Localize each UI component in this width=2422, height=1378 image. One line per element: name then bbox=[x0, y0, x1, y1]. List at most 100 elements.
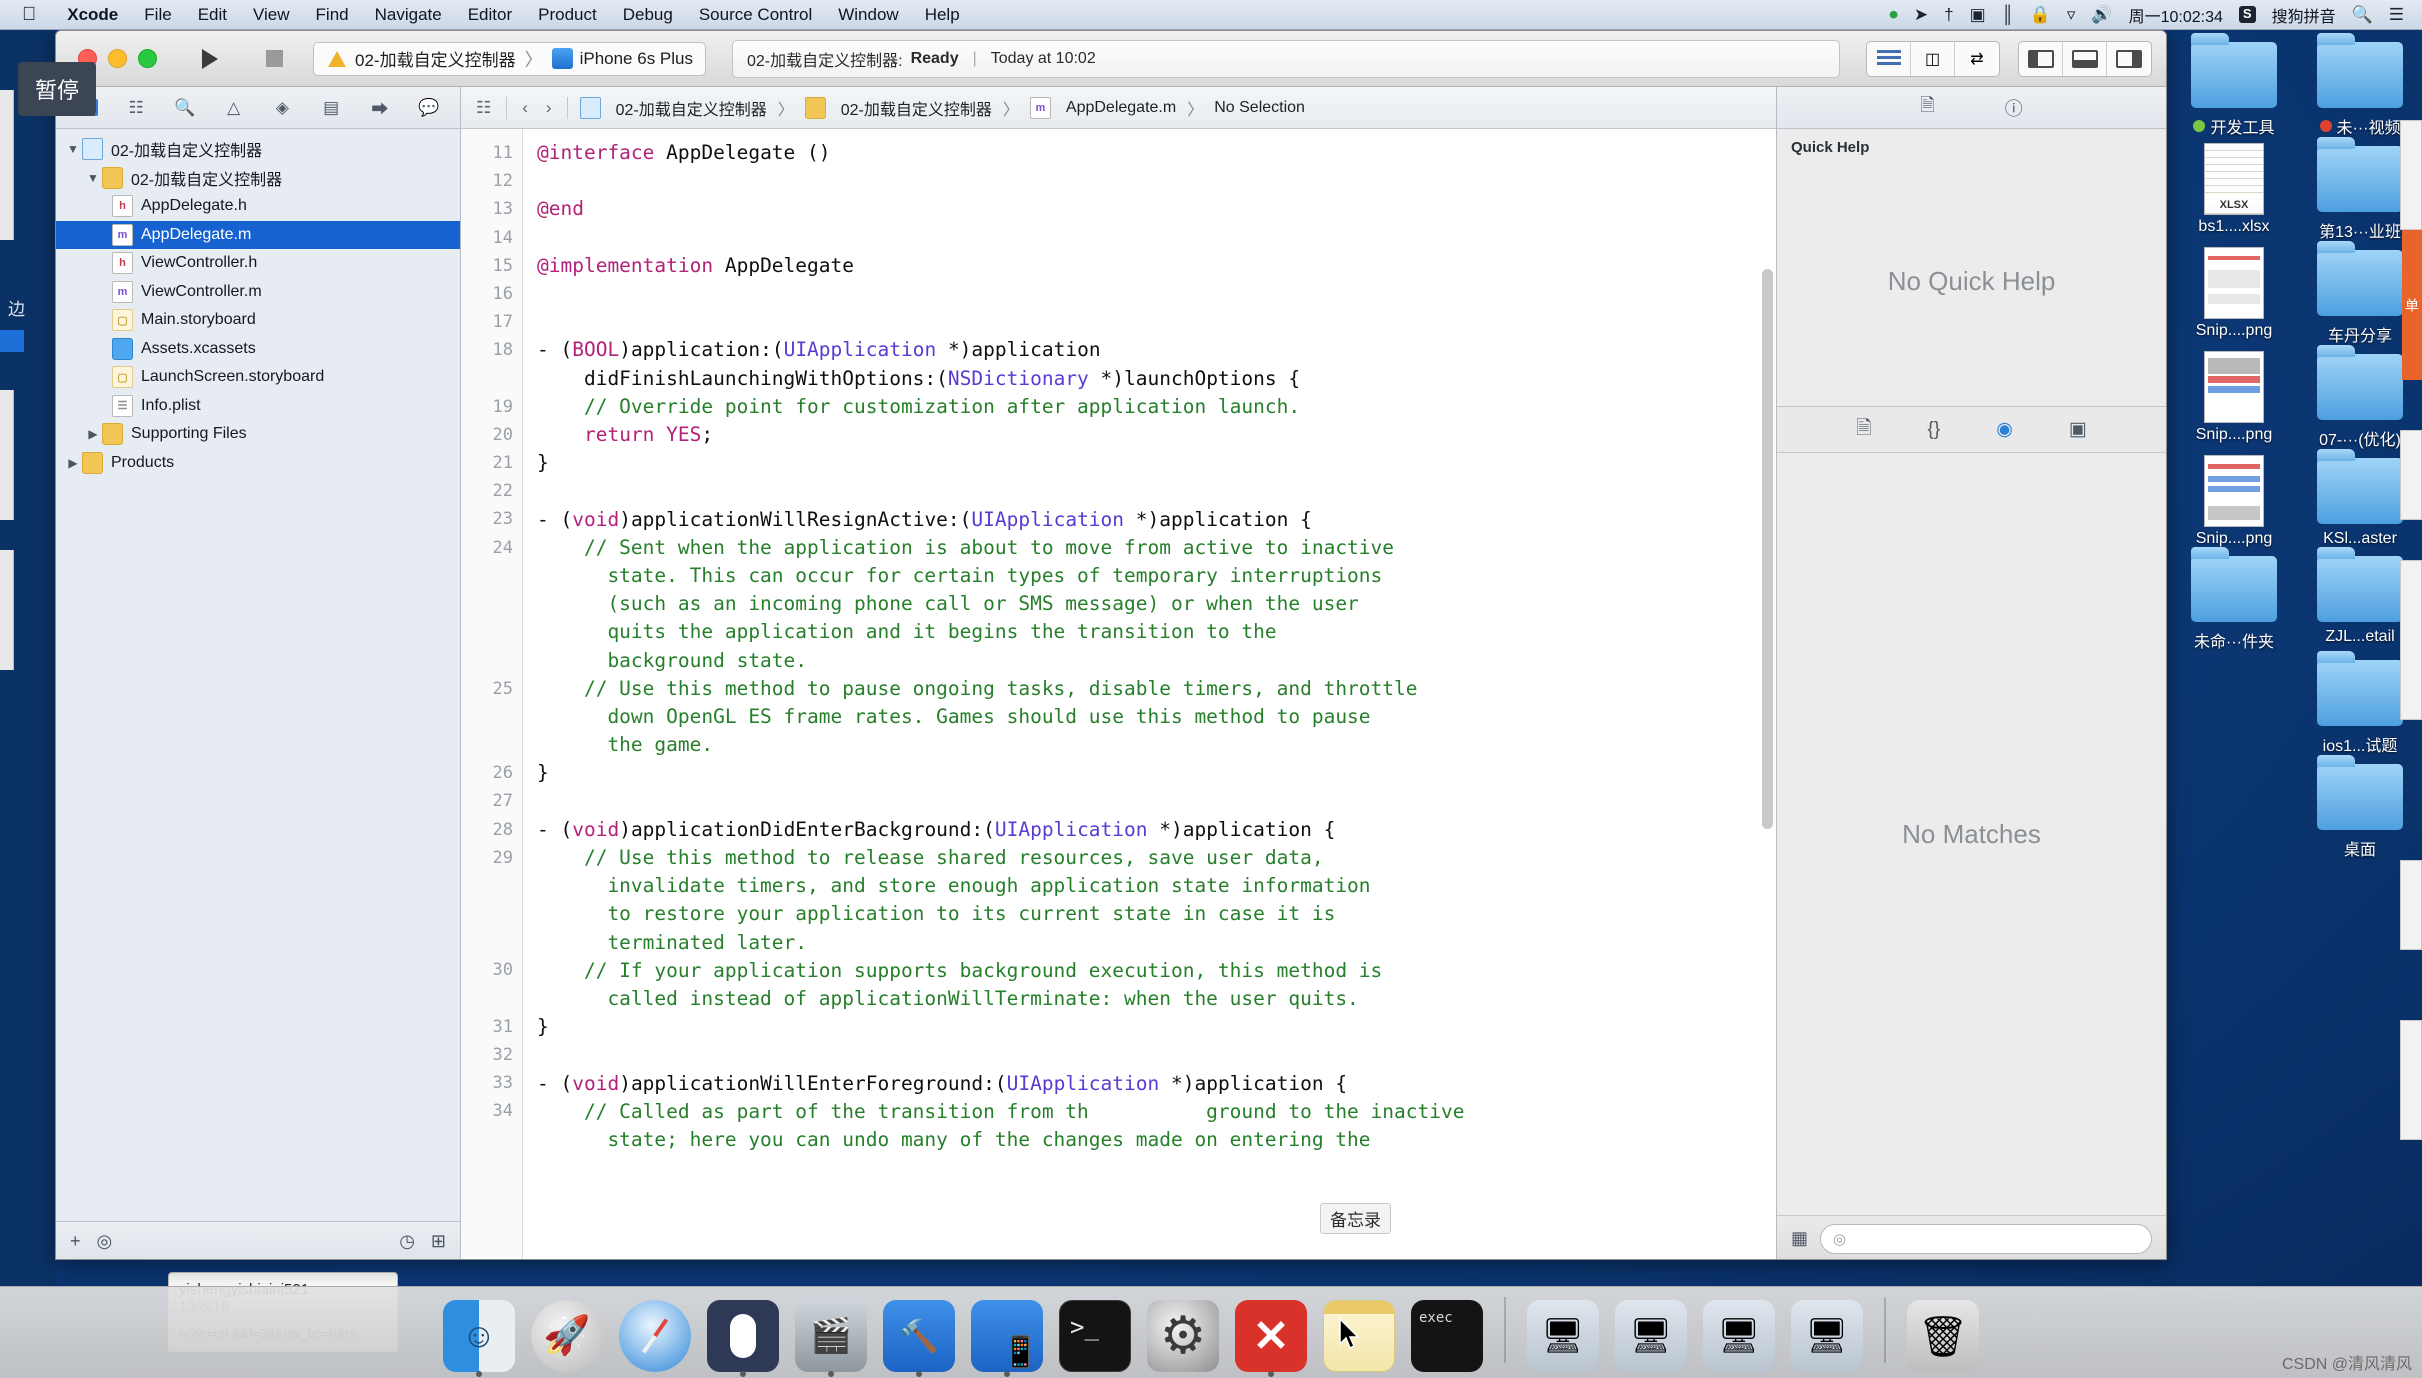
breadcrumb-project[interactable]: 02-加载自定义控制器 bbox=[616, 96, 767, 120]
menu-item-product[interactable]: Product bbox=[525, 5, 610, 25]
utilities-toggle-icon[interactable] bbox=[2107, 42, 2151, 76]
menu-item-help[interactable]: Help bbox=[912, 5, 973, 25]
media-library-icon[interactable]: ▣ bbox=[2069, 418, 2087, 441]
issue-navigator-icon[interactable]: △ bbox=[222, 96, 245, 120]
find-navigator-icon[interactable]: 🔍 bbox=[174, 96, 197, 120]
dock-item-window-4[interactable] bbox=[1788, 1294, 1866, 1372]
dock-item-window-1[interactable] bbox=[1524, 1294, 1602, 1372]
menu-item-edit[interactable]: Edit bbox=[185, 5, 240, 25]
dock-item-xcode[interactable] bbox=[880, 1294, 958, 1377]
breadcrumb-group[interactable]: 02-加载自定义控制器 bbox=[841, 96, 992, 120]
tree-row-products[interactable]: ▶ Products bbox=[56, 449, 460, 478]
notification-center-icon[interactable]: ☰ bbox=[2389, 5, 2404, 25]
breakpoint-navigator-icon[interactable]: ⮕ bbox=[369, 96, 392, 120]
forward-arrow-icon[interactable]: › bbox=[543, 98, 555, 118]
editor-scrollbar[interactable] bbox=[1762, 269, 1773, 829]
disclosure-triangle-icon[interactable]: ▼ bbox=[84, 171, 102, 185]
stop-button[interactable] bbox=[245, 41, 303, 77]
menu-item-source-control[interactable]: Source Control bbox=[686, 5, 825, 25]
dock-item-finder[interactable] bbox=[440, 1294, 518, 1377]
audio-icon[interactable]: ║ bbox=[2002, 5, 2014, 25]
dock-item-mouse-app[interactable] bbox=[704, 1294, 782, 1377]
dock-item-launchpad[interactable] bbox=[528, 1294, 606, 1372]
quick-help-inspector-icon[interactable]: ⓘ bbox=[2005, 95, 2023, 121]
scheme-selector[interactable]: 02-加载自定义控制器 〉 iPhone 6s Plus bbox=[313, 41, 706, 76]
assistant-editor-icon[interactable]: ◫ bbox=[1911, 41, 1955, 76]
right-vertical-tab[interactable]: 单 bbox=[2402, 230, 2422, 380]
menu-item-find[interactable]: Find bbox=[303, 5, 362, 25]
menu-bar-clock[interactable]: 周一10:02:34 bbox=[2129, 3, 2223, 27]
desktop-icon[interactable]: 未命···件夹 bbox=[2175, 547, 2293, 652]
volume-icon[interactable]: 🔊 bbox=[2091, 5, 2112, 25]
zoom-button[interactable] bbox=[138, 49, 157, 68]
breadcrumb-selection[interactable]: No Selection bbox=[1214, 99, 1305, 117]
screen-record-icon[interactable]: ▣ bbox=[1970, 5, 1986, 25]
debug-toggle-icon[interactable] bbox=[2063, 41, 2107, 76]
menu-item-window[interactable]: Window bbox=[825, 5, 911, 25]
search-icon[interactable]: 🔍 bbox=[2352, 5, 2373, 25]
lock-icon[interactable]: 🔒 bbox=[2030, 5, 2051, 25]
minimize-button[interactable] bbox=[108, 49, 127, 68]
source-editor[interactable]: 11 12 13 14 15 16 17 18 19 20 21 22 23 24 25 26 27 28 29 30… bbox=[461, 129, 1776, 1259]
menu-item-debug[interactable]: Debug bbox=[610, 5, 686, 25]
menu-item-xcode[interactable]: Xcode bbox=[54, 5, 131, 25]
code-text[interactable]: @interface AppDelegate () @end @implemen… bbox=[523, 129, 1776, 1259]
dock-item-window-2[interactable] bbox=[1612, 1294, 1690, 1372]
dock-item-window-3[interactable] bbox=[1700, 1294, 1778, 1372]
version-editor-icon[interactable]: ⇄ bbox=[1955, 42, 1999, 76]
tree-row-appdelegate-m[interactable]: m AppDelegate.m bbox=[56, 220, 460, 249]
back-arrow-icon[interactable]: ‹ bbox=[519, 98, 531, 118]
menu-item-view[interactable]: View bbox=[240, 5, 303, 25]
file-template-library-icon[interactable]: 🗎 bbox=[1856, 414, 1871, 446]
grid-view-icon[interactable]: ▦ bbox=[1791, 1228, 1808, 1249]
tree-row-info-plist[interactable]: ☰ Info.plist bbox=[56, 392, 460, 421]
breadcrumb-file[interactable]: AppDelegate.m bbox=[1066, 99, 1176, 117]
library-search-input[interactable]: ◎ bbox=[1820, 1223, 2152, 1254]
dock-item-quicktime[interactable] bbox=[792, 1294, 870, 1377]
navigator-toggle-icon[interactable] bbox=[2019, 41, 2063, 76]
run-button[interactable] bbox=[181, 41, 239, 77]
symbol-navigator-icon[interactable]: ☷ bbox=[125, 96, 148, 120]
related-items-icon[interactable]: ☷ bbox=[473, 98, 494, 118]
disclosure-triangle-icon[interactable]: ▶ bbox=[84, 427, 102, 441]
dock-item-terminal[interactable] bbox=[1056, 1294, 1134, 1372]
right-window-stub[interactable] bbox=[2400, 860, 2422, 950]
tree-row-viewcontroller-m[interactable]: m ViewController.m bbox=[56, 278, 460, 307]
add-icon[interactable]: + bbox=[70, 1231, 81, 1252]
code-snippet-library-icon[interactable]: {} bbox=[1928, 419, 1941, 441]
dock-item-trash[interactable] bbox=[1904, 1294, 1982, 1372]
tree-row-assets[interactable]: Assets.xcassets bbox=[56, 335, 460, 364]
right-window-stub[interactable] bbox=[2400, 1020, 2422, 1140]
bluetooth-icon[interactable]: † bbox=[1944, 5, 1953, 25]
right-window-stub[interactable] bbox=[2400, 430, 2422, 520]
ime-label[interactable]: 搜狗拼音 bbox=[2272, 3, 2336, 27]
dock-item-terminal-exec[interactable] bbox=[1408, 1294, 1486, 1372]
tree-row-main-storyboard[interactable]: ▢ Main.storyboard bbox=[56, 306, 460, 335]
menu-item-file[interactable]: File bbox=[131, 5, 184, 25]
desktop-icon[interactable]: 桌面 bbox=[2301, 755, 2419, 860]
apple-icon[interactable]:  bbox=[22, 5, 36, 24]
standard-editor-icon[interactable] bbox=[1867, 41, 1911, 76]
right-window-stub[interactable] bbox=[2400, 120, 2422, 230]
debug-navigator-icon[interactable]: ▤ bbox=[320, 96, 343, 120]
desktop-icon[interactable]: 开发工具 bbox=[2175, 33, 2293, 138]
tree-row-project[interactable]: ▼ 02-加载自定义控制器 bbox=[56, 135, 460, 164]
desktop-icon[interactable]: Snip....png bbox=[2175, 454, 2293, 548]
desktop-icon[interactable]: Snip....png bbox=[2175, 246, 2293, 346]
tree-row-appdelegate-h[interactable]: h AppDelegate.h bbox=[56, 192, 460, 221]
desktop-icon[interactable]: Snip....png bbox=[2175, 350, 2293, 450]
location-icon[interactable]: ➤ bbox=[1914, 5, 1928, 25]
tree-row-supporting-files[interactable]: ▶ Supporting Files bbox=[56, 420, 460, 449]
tree-row-launchscreen[interactable]: ▢ LaunchScreen.storyboard bbox=[56, 363, 460, 392]
dock-item-xcode-simulator[interactable] bbox=[968, 1294, 1046, 1377]
ime-badge-icon[interactable]: S bbox=[2238, 6, 2256, 23]
object-library-icon[interactable]: ◉ bbox=[1996, 418, 2013, 441]
tree-row-group[interactable]: ▼ 02-加载自定义控制器 bbox=[56, 164, 460, 193]
menu-item-editor[interactable]: Editor bbox=[455, 5, 525, 25]
tree-row-viewcontroller-h[interactable]: h ViewController.h bbox=[56, 249, 460, 278]
dock-item-system-preferences[interactable] bbox=[1144, 1294, 1222, 1372]
menu-item-navigate[interactable]: Navigate bbox=[362, 5, 455, 25]
source-control-icon[interactable]: ⊞ bbox=[431, 1231, 446, 1252]
disclosure-triangle-icon[interactable]: ▼ bbox=[64, 142, 82, 156]
file-inspector-icon[interactable]: 🗎 bbox=[1920, 93, 1934, 123]
